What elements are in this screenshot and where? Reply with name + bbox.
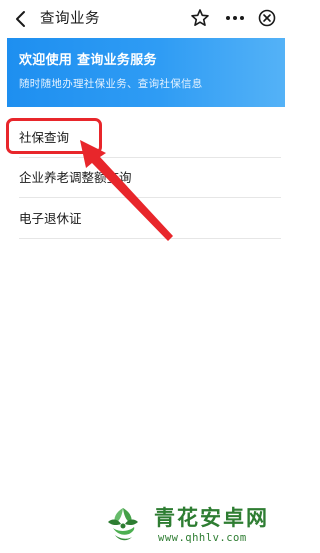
list-item-label: 电子退休证 [19,211,82,226]
divider [19,238,281,239]
site-watermark: 青花安卓网 www.qhhlv.com [100,500,280,550]
list-item-electronic-retirement-certificate[interactable]: 电子退休证 [7,199,285,239]
page: 查询业务 欢迎使用 查询业务服务 随时随地办理社保业务、查询社保信息 社保查询 … [0,0,285,553]
watermark-name: 青花安卓网 [154,506,269,530]
top-navbar: 查询业务 [0,0,285,38]
chevron-left-icon[interactable] [10,8,32,30]
banner-subtitle: 随时随地办理社保业务、查询社保信息 [19,78,203,90]
list-item-social-security-query[interactable]: 社保查询 [7,118,285,158]
close-circle-icon[interactable] [257,8,277,28]
star-outline-icon[interactable] [190,8,210,28]
banner-title: 欢迎使用 查询业务服务 [19,53,157,68]
divider [19,197,281,198]
list-item-label: 社保查询 [19,130,70,145]
list-item-label: 企业养老调整额查询 [19,170,132,185]
welcome-banner: 欢迎使用 查询业务服务 随时随地办理社保业务、查询社保信息 [7,38,285,107]
list-item-pension-adjustment-query[interactable]: 企业养老调整额查询 [7,158,285,198]
leaf-logo-icon [100,502,146,548]
more-dots-icon[interactable] [224,8,246,28]
watermark-url: www.qhhlv.com [158,532,247,544]
page-title: 查询业务 [40,11,100,27]
